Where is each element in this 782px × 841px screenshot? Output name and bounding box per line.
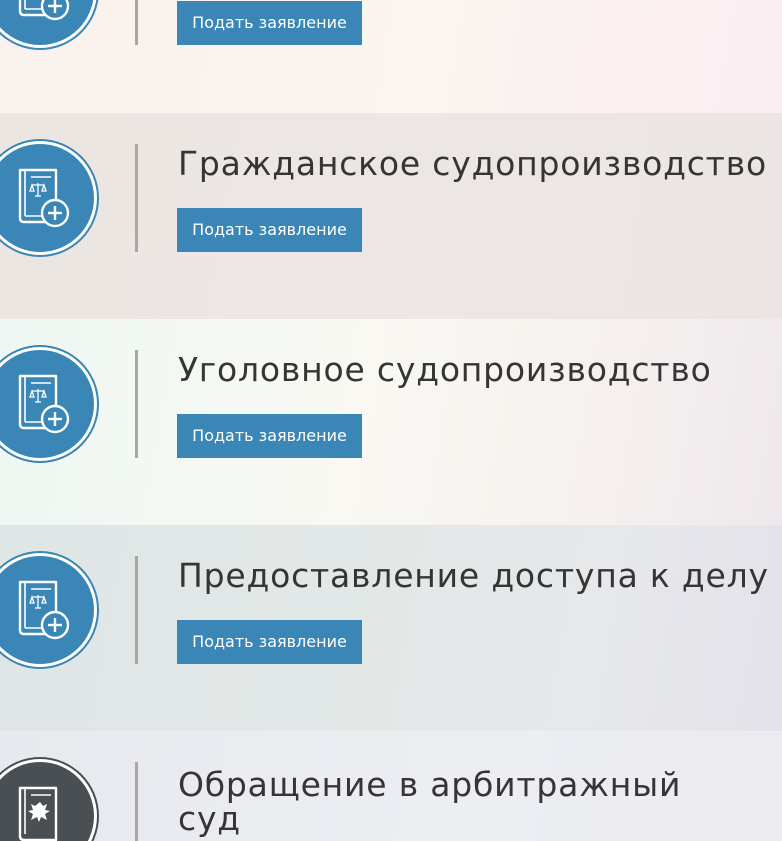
law-book-add-icon[interactable] — [0, 0, 94, 45]
service-card-criminal: Уголовное судопроизводство Подать заявле… — [0, 319, 782, 525]
service-title: Обращение в арбитражный суд — [178, 765, 682, 838]
divider — [135, 0, 138, 45]
divider — [135, 350, 138, 458]
law-book-add-icon[interactable] — [0, 556, 94, 664]
russian-emblem-book-icon[interactable] — [0, 762, 94, 841]
law-book-add-icon[interactable] — [0, 350, 94, 458]
divider — [135, 762, 138, 841]
service-card-case-access: Предоставление доступа к делу Подать зая… — [0, 525, 782, 731]
service-card-civil: Гражданское судопроизводство Подать заяв… — [0, 113, 782, 319]
law-book-add-icon[interactable] — [0, 144, 94, 252]
service-card-0: Подать заявление — [0, 0, 782, 113]
submit-application-button[interactable]: Подать заявление — [177, 208, 362, 252]
divider — [135, 556, 138, 664]
service-title: Гражданское судопроизводство — [178, 144, 767, 183]
service-title: Предоставление доступа к делу — [178, 556, 769, 595]
submit-application-button[interactable]: Подать заявление — [177, 414, 362, 458]
service-card-arbitration: Обращение в арбитражный суд — [0, 731, 782, 841]
divider — [135, 144, 138, 252]
submit-application-button[interactable]: Подать заявление — [177, 1, 362, 45]
service-title: Уголовное судопроизводство — [178, 350, 712, 389]
submit-application-button[interactable]: Подать заявление — [177, 620, 362, 664]
